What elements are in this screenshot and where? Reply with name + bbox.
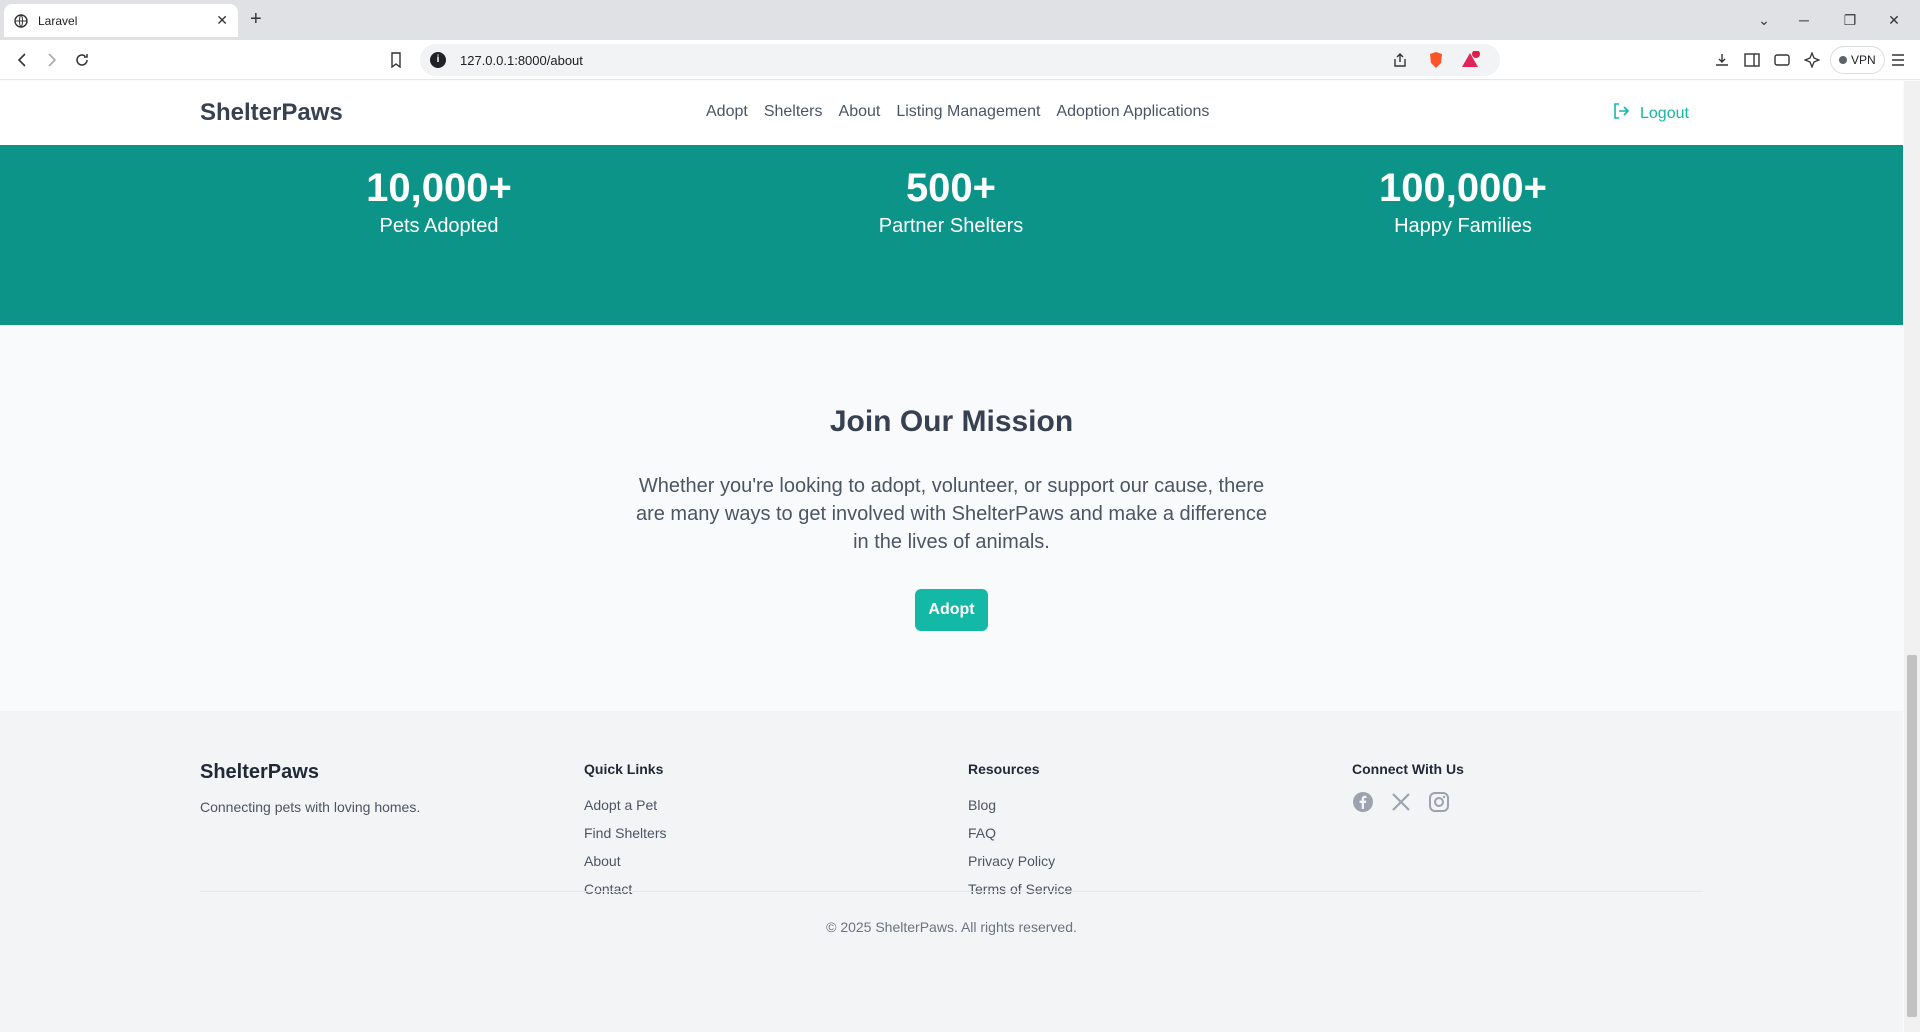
nav-adoption-applications[interactable]: Adoption Applications: [1056, 103, 1209, 121]
browser-tab[interactable]: Laravel ✕: [4, 4, 238, 37]
new-tab-icon[interactable]: +: [250, 8, 262, 31]
instagram-icon[interactable]: [1428, 791, 1450, 818]
menu-icon[interactable]: [1888, 50, 1908, 70]
stat-pets-adopted: 10,000+ Pets Adopted: [239, 165, 639, 238]
footer-link-faq[interactable]: FAQ: [968, 819, 1072, 847]
site-info-icon[interactable]: i: [430, 52, 446, 68]
footer-brand: ShelterPaws: [200, 761, 319, 783]
footer-heading: Quick Links: [584, 761, 664, 777]
mission-title: Join Our Mission: [829, 405, 1074, 438]
stat-partner-shelters: 500+ Partner Shelters: [751, 165, 1151, 238]
brave-shield-icon[interactable]: [1426, 50, 1446, 70]
share-icon[interactable]: [1390, 50, 1410, 70]
stats-section: 10,000+ Pets Adopted 500+ Partner Shelte…: [0, 145, 1903, 325]
footer-link-about[interactable]: About: [584, 847, 666, 875]
x-icon[interactable]: [1390, 791, 1412, 818]
stat-value: 10,000+: [366, 166, 512, 210]
reload-icon[interactable]: [72, 50, 92, 70]
forward-icon[interactable]: [42, 50, 62, 70]
vpn-button[interactable]: VPN: [1830, 46, 1885, 74]
site-footer: ShelterPaws Connecting pets with loving …: [0, 711, 1903, 1032]
footer-link-contact[interactable]: Contact: [584, 875, 666, 903]
logout-label: Logout: [1640, 104, 1689, 122]
tab-search-icon[interactable]: ⌄: [1754, 10, 1774, 30]
copyright-text: © 2025 ShelterPaws. All rights reserved.: [826, 919, 1077, 935]
stat-label: Happy Families: [1394, 215, 1532, 237]
footer-divider: [200, 891, 1703, 892]
stat-label: Partner Shelters: [878, 215, 1024, 237]
page-scrollbar[interactable]: [1904, 81, 1920, 1032]
page-viewport: ShelterPaws Adopt Shelters About Listing…: [0, 81, 1903, 1032]
footer-link-terms-of-service[interactable]: Terms of Service: [968, 875, 1072, 903]
restore-icon[interactable]: ❐: [1840, 10, 1860, 30]
logout-button[interactable]: Logout: [1612, 102, 1689, 125]
footer-link-blog[interactable]: Blog: [968, 791, 1072, 819]
nav-about[interactable]: About: [839, 103, 881, 121]
footer-heading: Connect With Us: [1352, 761, 1464, 777]
tab-title: Laravel: [38, 13, 78, 28]
footer-tagline: Connecting pets with loving homes.: [200, 799, 421, 815]
back-icon[interactable]: [12, 50, 32, 70]
adopt-button[interactable]: Adopt: [915, 589, 988, 631]
download-icon[interactable]: [1712, 50, 1732, 70]
scrollbar-thumb[interactable]: [1907, 655, 1917, 1017]
minimize-icon[interactable]: ─: [1794, 10, 1814, 30]
bookmark-icon[interactable]: [386, 50, 406, 70]
footer-link-adopt-a-pet[interactable]: Adopt a Pet: [584, 791, 666, 819]
browser-tabbar: Laravel ✕ + ⌄ ─ ❐ ✕: [0, 0, 1920, 40]
vpn-status-icon: [1839, 56, 1847, 64]
footer-connect: Connect With Us: [1352, 761, 1464, 818]
footer-heading: Resources: [968, 761, 1040, 777]
nav-adopt[interactable]: Adopt: [706, 103, 748, 121]
facebook-icon[interactable]: [1352, 791, 1374, 818]
tab-close-icon[interactable]: ✕: [216, 12, 228, 29]
stat-label: Pets Adopted: [379, 215, 499, 237]
site-brand[interactable]: ShelterPaws: [200, 99, 343, 127]
footer-link-privacy-policy[interactable]: Privacy Policy: [968, 847, 1072, 875]
url-text: 127.0.0.1:8000/about: [460, 52, 583, 68]
main-nav: Adopt Shelters About Listing Management …: [706, 103, 1209, 121]
vpn-label: VPN: [1851, 53, 1876, 67]
footer-quick-links: Quick Links Adopt a Pet Find Shelters Ab…: [584, 761, 666, 903]
footer-link-find-shelters[interactable]: Find Shelters: [584, 819, 666, 847]
footer-resources: Resources Blog FAQ Privacy Policy Terms …: [968, 761, 1072, 903]
social-icons: [1352, 791, 1464, 818]
leo-ai-icon[interactable]: [1802, 50, 1822, 70]
stat-value: 100,000+: [1379, 166, 1547, 210]
wallet-icon[interactable]: [1772, 50, 1792, 70]
globe-icon: [14, 13, 28, 28]
stat-happy-families: 100,000+ Happy Families: [1263, 165, 1663, 238]
brave-rewards-icon[interactable]: [1460, 50, 1480, 70]
logout-icon: [1612, 102, 1632, 125]
mission-section: Join Our Mission Whether you're looking …: [0, 325, 1903, 711]
stat-value: 500+: [905, 166, 997, 210]
sidebar-icon[interactable]: [1742, 50, 1762, 70]
nav-listing-management[interactable]: Listing Management: [896, 103, 1040, 121]
site-header: ShelterPaws Adopt Shelters About Listing…: [0, 81, 1903, 145]
address-bar[interactable]: i 127.0.0.1:8000/about: [420, 44, 1500, 76]
mission-text: Whether you're looking to adopt, volunte…: [635, 475, 1268, 553]
close-window-icon[interactable]: ✕: [1884, 10, 1904, 30]
nav-shelters[interactable]: Shelters: [764, 103, 823, 121]
browser-toolbar: i 127.0.0.1:8000/about VPN: [0, 40, 1920, 80]
